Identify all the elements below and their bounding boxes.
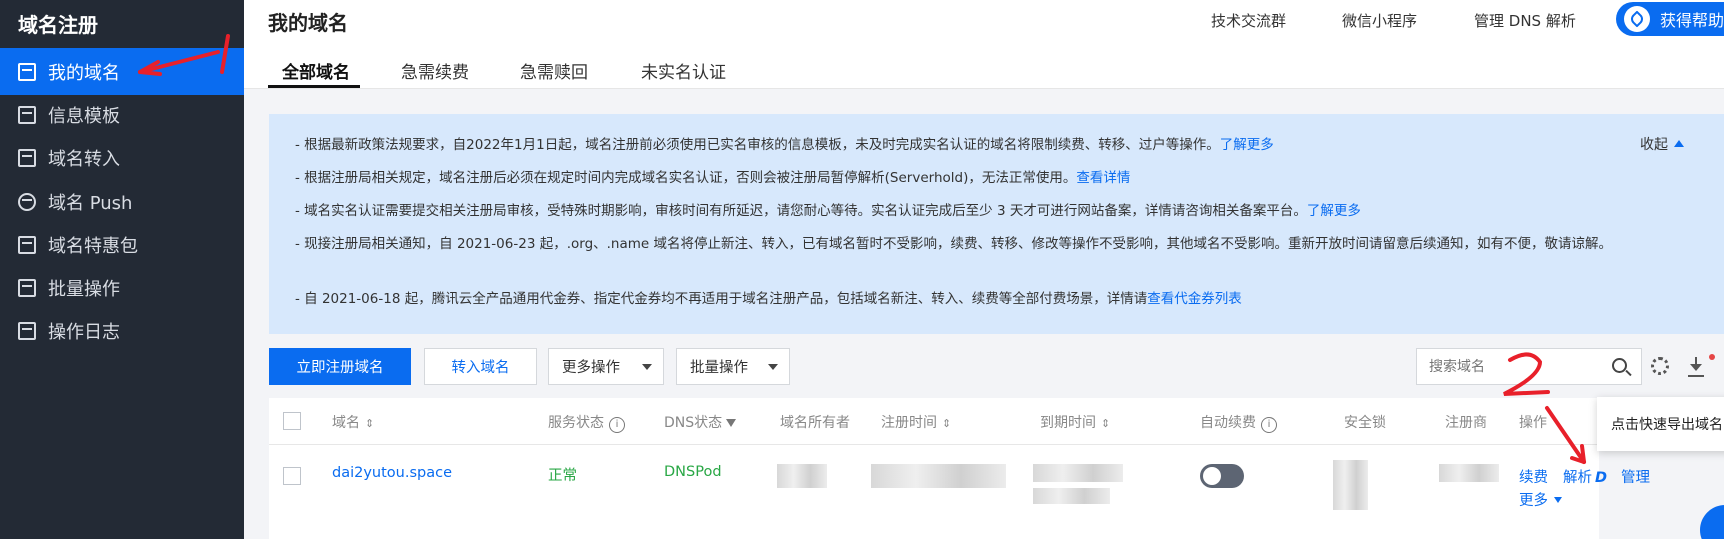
notice-text: - 现接注册局相关通知，自 2021-06-23 起，.org、.name 域名…	[295, 236, 1612, 252]
notice-line: - 自 2021-06-18 起，腾讯云全产品通用代金券、指定代金券均不再适用于…	[295, 288, 1615, 310]
sidebar-item-label: 域名特惠包	[48, 235, 138, 257]
log-icon	[18, 321, 36, 340]
sidebar-item-info-template[interactable]: 信息模板	[0, 91, 244, 138]
auto-renew-toggle[interactable]	[1200, 464, 1244, 488]
notice-line: - 根据注册局相关规定，域名注册后必须在规定时间内完成域名实名认证，否则会被注册…	[295, 167, 1615, 189]
transfer-in-icon	[18, 148, 36, 167]
help-label: 获得帮助	[1660, 11, 1724, 30]
sidebar-item-transfer-in[interactable]: 域名转入	[0, 134, 244, 181]
voucher-list-link[interactable]: 查看代金券列表	[1147, 291, 1242, 307]
tech-group-link[interactable]: 技术交流群	[1211, 10, 1286, 31]
col-service-status: 服务状态	[548, 412, 625, 433]
col-domain[interactable]: 域名	[332, 412, 374, 432]
batch-icon	[18, 278, 36, 297]
push-icon	[18, 192, 36, 211]
col-owner: 域名所有者	[780, 415, 850, 431]
batch-ops-select[interactable]: 批量操作	[676, 348, 790, 385]
sidebar-item-label: 我的域名	[48, 62, 120, 84]
redacted-expire-time	[1033, 488, 1110, 504]
domain-link[interactable]: dai2yutou.space	[332, 465, 452, 481]
sidebar: 域名注册 我的域名 信息模板 域名转入 域名 Push 域名特惠包 批量操作 操…	[0, 0, 244, 539]
sidebar-item-label: 域名转入	[48, 148, 120, 170]
sidebar-item-batch[interactable]: 批量操作	[0, 264, 244, 311]
notification-dot	[1709, 354, 1715, 360]
sidebar-item-gift-package[interactable]: 域名特惠包	[0, 221, 244, 268]
col-dns-status[interactable]: DNS状态	[664, 412, 736, 432]
sidebar-item-my-domains[interactable]: 我的域名	[0, 48, 244, 95]
gear-icon[interactable]	[1651, 357, 1669, 375]
manage-dns-link[interactable]: 管理 DNS 解析	[1474, 10, 1576, 31]
view-details-link[interactable]: 查看详情	[1076, 170, 1130, 186]
notice-panel: 收起 - 根据最新政策法规要求，自2022年1月1日起，域名注册前必须使用已实名…	[269, 114, 1724, 334]
tab-unverified[interactable]: 未实名认证	[641, 58, 726, 83]
dns-status: DNSPod	[664, 464, 722, 480]
sidebar-title: 域名注册	[18, 13, 98, 37]
redacted-expire-date	[1033, 464, 1123, 482]
search-icon[interactable]	[1612, 358, 1627, 373]
row-checkbox[interactable]	[283, 467, 301, 485]
collapse-notice-button[interactable]: 收起	[1640, 134, 1684, 154]
sidebar-item-label: 操作日志	[48, 321, 120, 343]
redacted-registrar	[1439, 464, 1499, 482]
notice-text: - 自 2021-06-18 起，腾讯云全产品通用代金券、指定代金券均不再适用于…	[295, 291, 1148, 307]
col-expire-time[interactable]: 到期时间	[1040, 412, 1110, 432]
manage-action[interactable]: 管理	[1621, 466, 1650, 487]
redacted-security-lock	[1333, 460, 1368, 510]
export-tooltip: 点击快速导出域名	[1597, 397, 1724, 451]
sidebar-item-label: 信息模板	[48, 105, 120, 127]
col-registrar: 注册商	[1445, 415, 1487, 431]
sidebar-item-label: 批量操作	[48, 278, 120, 300]
get-help-button[interactable]: 获得帮助	[1616, 2, 1724, 36]
col-register-time[interactable]: 注册时间	[881, 412, 951, 432]
template-icon	[18, 105, 36, 124]
col-auto-renew: 自动续费	[1200, 412, 1277, 433]
caret-down-icon	[768, 364, 778, 370]
renew-action[interactable]: 续费	[1519, 466, 1548, 487]
download-icon[interactable]	[1688, 357, 1704, 375]
compass-icon	[1624, 6, 1650, 32]
tab-urgent-redeem[interactable]: 急需赎回	[520, 58, 588, 83]
sidebar-item-push[interactable]: 域名 Push	[0, 178, 244, 225]
dnspod-icon: D	[1595, 470, 1608, 486]
notice-text: - 域名实名认证需要提交相关注册局审核，受特殊时期影响，审核时间有所延迟，请您耐…	[295, 203, 1307, 219]
more-ops-select[interactable]: 更多操作	[548, 348, 664, 385]
domain-icon	[18, 62, 36, 81]
col-actions: 操作	[1519, 415, 1547, 431]
notice-line: - 现接注册局相关通知，自 2021-06-23 起，.org、.name 域名…	[295, 233, 1615, 255]
domain-table: 域名 服务状态 DNS状态 域名所有者 注册时间 到期时间 自动续费 安全锁 注…	[269, 398, 1650, 539]
register-domain-button[interactable]: 立即注册域名	[269, 348, 411, 385]
caret-down-icon	[642, 364, 652, 370]
notice-text: - 根据最新政策法规要求，自2022年1月1日起，域名注册前必须使用已实名审核的…	[295, 137, 1220, 153]
select-label: 更多操作	[562, 360, 620, 376]
tab-all-domains[interactable]: 全部域名	[282, 58, 350, 83]
page-title: 我的域名	[268, 11, 348, 35]
search-input[interactable]	[1416, 348, 1642, 385]
service-status: 正常	[548, 468, 577, 484]
tab-urgent-renew[interactable]: 急需续费	[401, 58, 469, 83]
resolve-action[interactable]: 解析 D	[1563, 466, 1607, 487]
more-actions-dropdown[interactable]: 更多	[1519, 489, 1562, 510]
sidebar-item-label: 域名 Push	[48, 192, 133, 214]
download-icon-base	[1688, 375, 1704, 377]
transfer-domain-button[interactable]: 转入域名	[424, 348, 537, 385]
col-security-lock: 安全锁	[1344, 415, 1386, 431]
select-label: 批量操作	[690, 360, 748, 376]
gift-package-icon	[18, 235, 36, 254]
learn-more-link[interactable]: 了解更多	[1220, 137, 1274, 153]
sidebar-item-log[interactable]: 操作日志	[0, 307, 244, 354]
resolve-label: 解析	[1563, 470, 1592, 486]
learn-more-link[interactable]: 了解更多	[1307, 203, 1361, 219]
select-all-checkbox[interactable]	[283, 412, 301, 430]
notice-text: - 根据注册局相关规定，域名注册后必须在规定时间内完成域名实名认证，否则会被注册…	[295, 170, 1077, 186]
notice-line: - 域名实名认证需要提交相关注册局审核，受特殊时期影响，审核时间有所延迟，请您耐…	[295, 200, 1615, 222]
table-header: 域名 服务状态 DNS状态 域名所有者 注册时间 到期时间 自动续费 安全锁 注…	[269, 398, 1599, 445]
notice-line: - 根据最新政策法规要求，自2022年1月1日起，域名注册前必须使用已实名审核的…	[295, 134, 1615, 156]
wechat-miniapp-link[interactable]: 微信小程序	[1342, 10, 1417, 31]
redacted-register-time	[871, 464, 1006, 488]
redacted-owner	[777, 464, 827, 488]
